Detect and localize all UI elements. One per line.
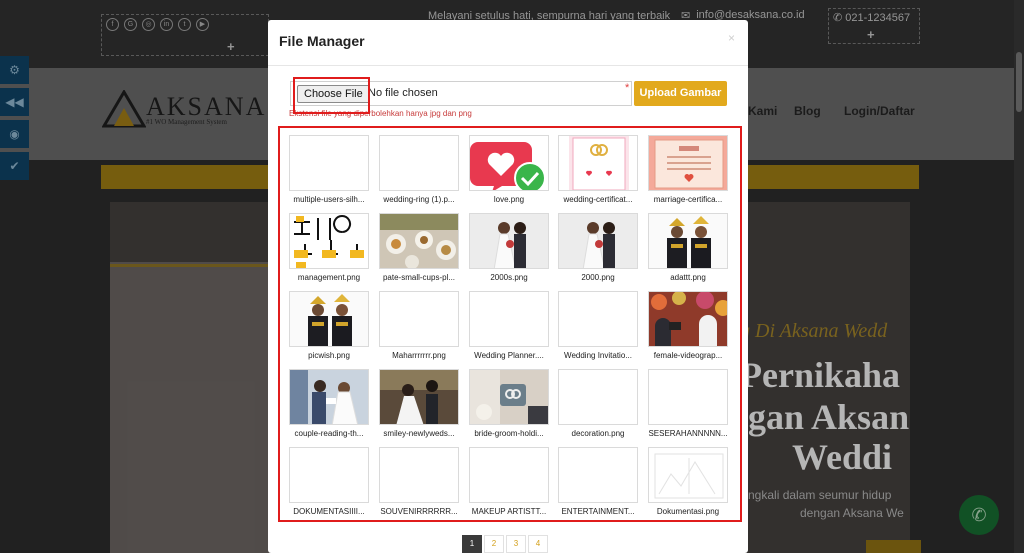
file-tile[interactable]: Wedding Invitatio... [558, 291, 638, 360]
file-name: decoration.png [571, 429, 625, 438]
file-tile[interactable]: picwish.png [289, 291, 369, 360]
file-thumbnail[interactable] [648, 135, 728, 191]
file-thumbnail[interactable] [289, 135, 369, 191]
file-tile[interactable]: marriage-certifica... [648, 135, 728, 204]
file-name: multiple-users-silh... [293, 195, 365, 204]
file-name: smiley-newlyweds... [383, 429, 455, 438]
file-thumbnail[interactable] [289, 447, 369, 503]
file-thumbnail[interactable] [379, 135, 459, 191]
file-name: couple-reading-th... [294, 429, 364, 438]
close-icon[interactable]: × [728, 31, 735, 45]
file-tile[interactable]: bride-groom-holdi... [469, 369, 549, 438]
file-tile[interactable]: Dokumentasi.png [648, 447, 728, 516]
file-tile[interactable]: MAKEUP ARTISTT... [469, 447, 549, 516]
file-thumbnail[interactable] [469, 213, 549, 269]
file-thumbnail[interactable] [379, 369, 459, 425]
file-tile[interactable]: Maharrrrrrr.png [379, 291, 459, 360]
file-thumbnail[interactable] [289, 213, 369, 269]
file-thumbnail[interactable] [558, 447, 638, 503]
file-name: SESERAHANNNNN... [648, 429, 728, 438]
file-thumbnail[interactable] [648, 213, 728, 269]
highlight-choose-file [293, 77, 370, 114]
file-thumbnail[interactable] [289, 369, 369, 425]
file-tile[interactable]: wedding-ring (1).p... [379, 135, 459, 204]
file-thumbnail[interactable] [289, 291, 369, 347]
file-thumbnail[interactable] [648, 447, 728, 503]
file-tile[interactable]: multiple-users-silh... [289, 135, 369, 204]
file-tile[interactable]: SESERAHANNNNN... [648, 369, 728, 438]
page-3[interactable]: 3 [506, 535, 526, 553]
file-tile[interactable]: love.png [469, 135, 549, 204]
file-name: management.png [297, 273, 361, 282]
file-tile[interactable]: 2000.png [558, 213, 638, 282]
file-name: love.png [493, 195, 525, 204]
file-name: Wedding Planner.... [474, 351, 544, 360]
modal-divider [268, 65, 748, 66]
pagination: 1 2 3 4 [462, 535, 548, 553]
required-marker: * [625, 82, 630, 94]
file-tile[interactable]: pate-small-cups-pl... [379, 213, 459, 282]
file-name: pate-small-cups-pl... [382, 273, 456, 282]
file-name: SOUVENIRRRRRR... [380, 507, 458, 516]
file-name: marriage-certifica... [653, 195, 723, 204]
file-tile[interactable]: female-videograp... [648, 291, 728, 360]
page-1[interactable]: 1 [462, 535, 482, 553]
file-thumbnail[interactable] [469, 135, 549, 191]
file-thumbnail[interactable] [558, 291, 638, 347]
file-thumbnail[interactable] [379, 213, 459, 269]
file-name: Dokumentasi.png [656, 507, 720, 516]
file-thumbnail[interactable] [648, 369, 728, 425]
page-2[interactable]: 2 [484, 535, 504, 553]
scrollbar-thumb[interactable] [1016, 52, 1022, 112]
file-name: female-videograp... [653, 351, 723, 360]
page-4[interactable]: 4 [528, 535, 548, 553]
file-name: picwish.png [308, 351, 350, 360]
file-name: 2000.png [581, 273, 615, 282]
file-thumbnail[interactable] [469, 291, 549, 347]
file-name: ENTERTAINMENT... [561, 507, 635, 516]
file-name: Maharrrrrrr.png [392, 351, 446, 360]
file-thumbnail[interactable] [558, 213, 638, 269]
file-name: MAKEUP ARTISTT... [471, 507, 547, 516]
file-tile[interactable]: management.png [289, 213, 369, 282]
file-name: adattt.png [670, 273, 706, 282]
file-name: DOKUMENTASIIII... [293, 507, 365, 516]
file-tile[interactable]: DOKUMENTASIIII... [289, 447, 369, 516]
file-thumbnail[interactable] [469, 369, 549, 425]
upload-image-button[interactable]: Upload Gambar [634, 81, 727, 106]
file-tile[interactable]: ENTERTAINMENT... [558, 447, 638, 516]
file-thumbnail[interactable] [379, 291, 459, 347]
file-tile[interactable]: SOUVENIRRRRRR... [379, 447, 459, 516]
file-manager-modal: File Manager × Choose File No file chose… [268, 20, 748, 553]
file-tile[interactable]: adattt.png [648, 213, 728, 282]
file-name: bride-groom-holdi... [474, 429, 544, 438]
file-tile[interactable]: decoration.png [558, 369, 638, 438]
no-file-text: No file chosen [368, 87, 438, 99]
file-thumbnail[interactable] [648, 291, 728, 347]
file-thumbnail[interactable] [469, 447, 549, 503]
page-scrollbar[interactable] [1014, 0, 1024, 553]
file-tile[interactable]: Wedding Planner.... [469, 291, 549, 360]
file-tile[interactable]: 2000s.png [469, 213, 549, 282]
file-name: wedding-ring (1).p... [383, 195, 455, 204]
file-tile[interactable]: wedding-certificat... [558, 135, 638, 204]
file-name: Wedding Invitatio... [564, 351, 632, 360]
file-thumbnail[interactable] [558, 369, 638, 425]
file-name: 2000s.png [490, 273, 528, 282]
file-tile[interactable]: smiley-newlyweds... [379, 369, 459, 438]
modal-title: File Manager [279, 33, 365, 49]
file-thumbnail[interactable] [379, 447, 459, 503]
file-tile[interactable]: couple-reading-th... [289, 369, 369, 438]
file-thumbnail[interactable] [558, 135, 638, 191]
file-name: wedding-certificat... [563, 195, 633, 204]
